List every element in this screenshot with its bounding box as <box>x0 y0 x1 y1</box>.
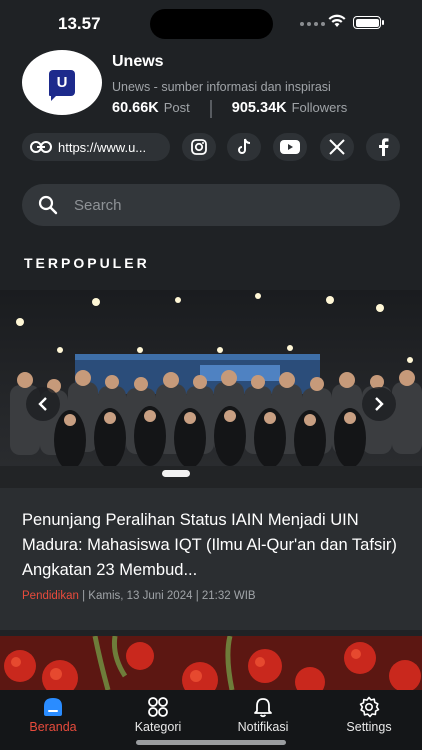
nav-settings[interactable]: Settings <box>324 696 414 736</box>
article-date: Kamis, 13 Juni 2024 | 21:32 WIB <box>88 590 256 602</box>
channel-avatar[interactable]: U <box>22 50 102 115</box>
x-icon[interactable] <box>320 133 354 161</box>
channel-stats: 60.66K Post 905.34K Followers <box>112 100 347 118</box>
next-article-thumbnail[interactable] <box>0 636 422 690</box>
carousel-prev-button[interactable] <box>26 387 60 421</box>
gear-icon <box>359 696 380 718</box>
meta-separator: | <box>78 590 89 602</box>
channel-header: U Unews Unews - sumber informasi dan ins… <box>22 50 402 120</box>
nav-notifikasi[interactable]: Notifikasi <box>218 696 308 736</box>
posts-label: Post <box>163 100 190 115</box>
search-input[interactable] <box>74 196 374 214</box>
dynamic-island <box>150 9 273 39</box>
chevron-right-icon <box>375 397 384 411</box>
youtube-icon[interactable] <box>273 133 307 161</box>
tomato-photo <box>0 636 422 690</box>
social-links: https://www.u... <box>22 133 402 163</box>
search-icon <box>38 195 58 215</box>
carousel-indicator <box>162 470 190 477</box>
clock-time: 13.57 <box>58 14 101 33</box>
article-category[interactable]: Pendidikan <box>22 590 79 602</box>
featured-carousel[interactable] <box>0 290 422 488</box>
section-title: TERPOPULER <box>24 255 150 271</box>
wifi-icon <box>328 14 346 27</box>
nav-kategori-label: Kategori <box>134 720 182 734</box>
search-bar[interactable] <box>22 184 400 226</box>
instagram-icon[interactable] <box>182 133 216 161</box>
article-title[interactable]: Penunjang Peralihan Status IAIN Menjadi … <box>22 508 402 583</box>
home-icon <box>44 698 62 716</box>
tiktok-icon[interactable] <box>227 133 261 161</box>
article-card[interactable]: Penunjang Peralihan Status IAIN Menjadi … <box>0 488 422 630</box>
chevron-left-icon <box>38 397 47 411</box>
carousel-next-button[interactable] <box>362 387 396 421</box>
stats-divider <box>209 100 212 118</box>
website-link[interactable]: https://www.u... <box>22 133 170 161</box>
article-meta: Pendidikan | Kamis, 13 Juni 2024 | 21:32… <box>22 590 256 602</box>
unews-logo: U <box>49 69 75 101</box>
channel-description: Unews - sumber informasi dan inspirasi <box>112 80 331 94</box>
carousel-dot-active[interactable] <box>162 470 190 477</box>
signal-icon <box>300 22 325 26</box>
battery-icon <box>353 16 384 29</box>
bell-icon <box>254 698 272 718</box>
status-bar: 13.57 <box>0 0 422 48</box>
facebook-icon[interactable] <box>366 133 400 161</box>
link-icon <box>30 141 52 153</box>
group-photo <box>0 290 422 488</box>
posts-count: 60.66K <box>112 100 159 116</box>
nav-beranda-label: Beranda <box>29 720 77 734</box>
followers-label: Followers <box>291 100 348 115</box>
followers-count: 905.34K <box>231 100 287 116</box>
website-url: https://www.u... <box>58 139 147 155</box>
category-icon <box>148 697 168 717</box>
home-indicator[interactable] <box>136 740 286 745</box>
nav-beranda[interactable]: Beranda <box>8 696 98 736</box>
nav-kategori[interactable]: Kategori <box>113 696 203 736</box>
nav-settings-label: Settings <box>346 720 392 734</box>
nav-notifikasi-label: Notifikasi <box>237 720 289 734</box>
channel-name: Unews <box>112 53 164 70</box>
